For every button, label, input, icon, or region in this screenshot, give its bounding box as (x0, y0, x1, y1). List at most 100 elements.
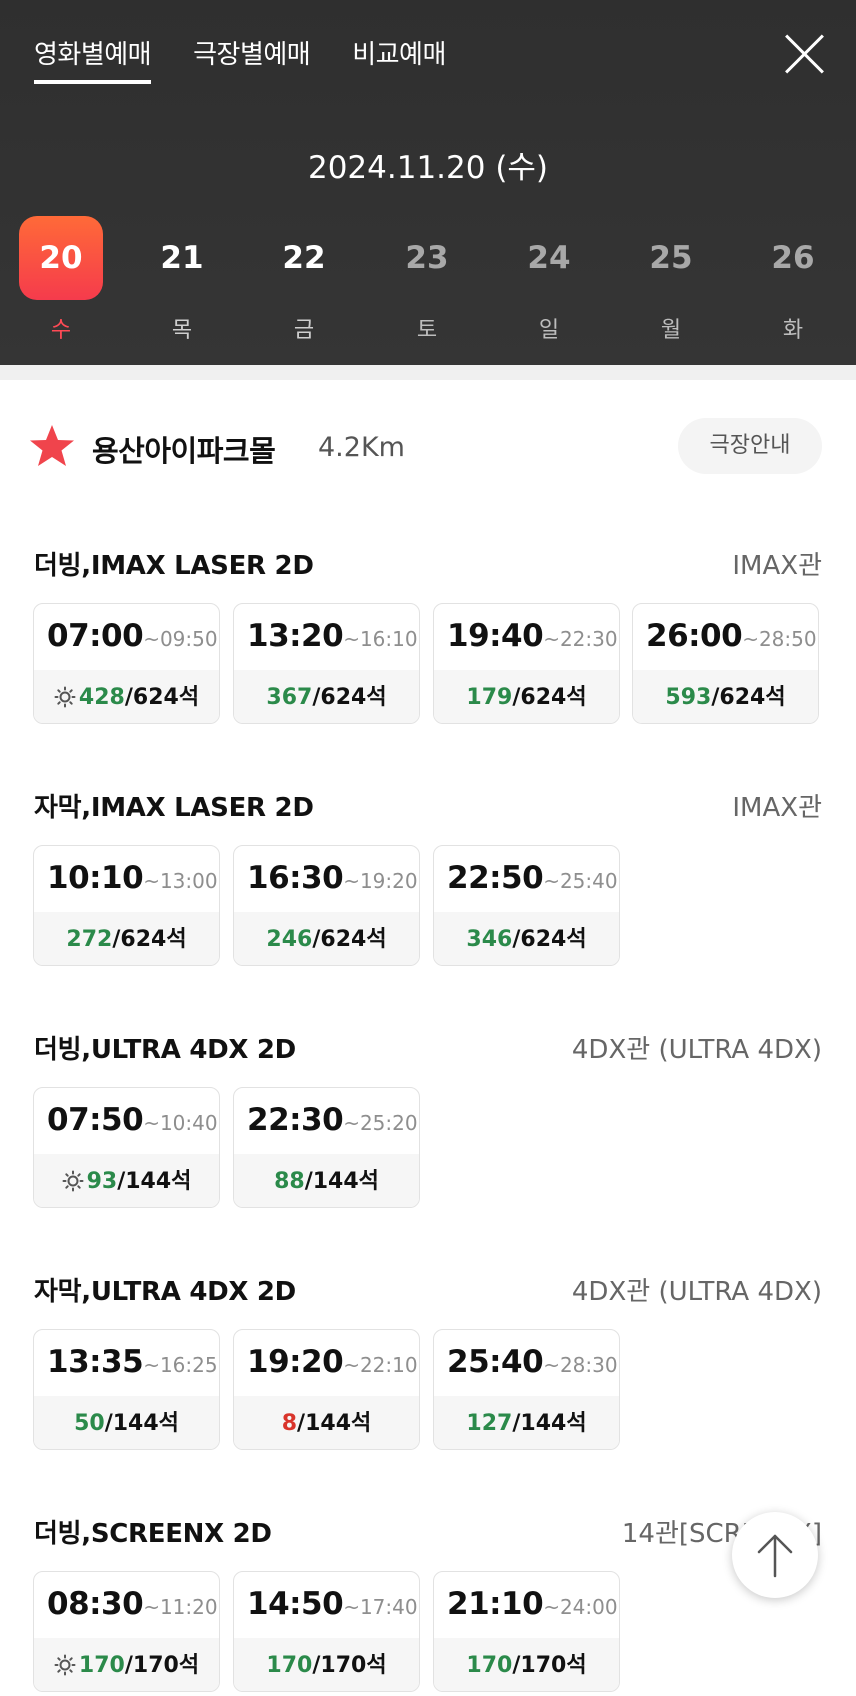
day-23[interactable]: 23 토 (385, 216, 469, 344)
start-time: 26:00 (646, 618, 743, 654)
total-seats: /144석 (104, 1411, 179, 1436)
total-seats: /144석 (117, 1169, 192, 1194)
section-hall: 4DX관 (ULTRA 4DX) (571, 1035, 822, 1065)
date-selector: 20 수 21 목 22 금 23 토 24 일 25 월 26 화 (0, 216, 856, 346)
tab-by-theater[interactable]: 극장별예매 (193, 34, 311, 84)
day-22[interactable]: 22 금 (262, 216, 346, 344)
start-time: 07:00 (47, 618, 144, 654)
total-seats: /144석 (297, 1411, 372, 1436)
showtime-card[interactable]: 13:35~16:25 50/144석 (33, 1329, 220, 1450)
end-time: ~16:25 (143, 1353, 218, 1377)
day-number: 23 (405, 240, 449, 276)
day-21[interactable]: 21 목 (140, 216, 224, 344)
theater-name: 용산아이파크몰 (92, 434, 276, 468)
available-seats: 170 (466, 1653, 513, 1678)
day-weekday: 수 (50, 318, 72, 343)
day-26[interactable]: 26 화 (751, 216, 835, 344)
showtime-card[interactable]: 13:20~16:10 367/624석 (233, 603, 420, 724)
end-time: ~09:50 (143, 627, 218, 651)
section-title: 더빙,SCREENX 2D (34, 1519, 272, 1549)
section-hall: 4DX관 (ULTRA 4DX) (571, 1277, 822, 1307)
section-divider (0, 365, 856, 380)
showtime-card[interactable]: 22:50~25:40 346/624석 (433, 845, 620, 966)
total-seats: /144석 (512, 1411, 587, 1436)
showtime-card[interactable]: 08:30~11:20 170/170석 (33, 1571, 220, 1692)
star-icon[interactable] (29, 424, 75, 468)
end-time: ~24:00 (543, 1595, 618, 1619)
available-seats: 593 (665, 685, 712, 710)
showtime-card[interactable]: 16:30~19:20 246/624석 (233, 845, 420, 966)
total-seats: /624석 (112, 927, 187, 952)
available-seats: 346 (466, 927, 513, 952)
start-time: 22:30 (247, 1102, 344, 1138)
end-time: ~25:40 (543, 869, 618, 893)
total-seats: /624석 (312, 685, 387, 710)
total-seats: /170석 (512, 1653, 587, 1678)
close-icon[interactable] (782, 32, 826, 76)
showtime-card[interactable]: 14:50~17:40 170/170석 (233, 1571, 420, 1692)
day-number: 22 (282, 240, 326, 276)
showtime-card[interactable]: 19:20~22:10 8/144석 (233, 1329, 420, 1450)
theater-info-button[interactable]: 극장안내 (678, 418, 822, 474)
available-seats: 8 (281, 1411, 298, 1436)
section-title: 자막,ULTRA 4DX 2D (34, 1277, 296, 1307)
showtime-card[interactable]: 21:10~24:00 170/170석 (433, 1571, 620, 1692)
day-24[interactable]: 24 일 (507, 216, 591, 344)
total-seats: /624석 (124, 685, 200, 710)
start-time: 08:30 (47, 1586, 144, 1622)
start-time: 25:40 (447, 1344, 544, 1380)
available-seats: 127 (466, 1411, 513, 1436)
available-seats: 272 (66, 927, 113, 952)
day-number: 25 (649, 240, 693, 276)
day-weekday: 일 (538, 318, 560, 343)
showtime-card[interactable]: 10:10~13:00 272/624석 (33, 845, 220, 966)
total-seats: /170석 (312, 1653, 387, 1678)
day-number: 21 (160, 240, 204, 276)
available-seats: 179 (466, 685, 513, 710)
day-25[interactable]: 25 월 (629, 216, 713, 344)
showtime-card[interactable]: 26:00~28:50 593/624석 (632, 603, 819, 724)
booking-tabs: 영화별예매 극장별예매 비교예매 (34, 34, 488, 84)
total-seats: /624석 (512, 927, 587, 952)
end-time: ~19:20 (343, 869, 418, 893)
available-seats: 50 (74, 1411, 105, 1436)
section-title: 자막,IMAX LASER 2D (34, 793, 314, 823)
arrow-up-icon (757, 1534, 793, 1578)
day-number: 24 (527, 240, 571, 276)
day-number: 26 (771, 240, 815, 276)
end-time: ~11:20 (143, 1595, 218, 1619)
total-seats: /170석 (124, 1653, 200, 1678)
day-weekday: 목 (171, 318, 193, 343)
start-time: 14:50 (247, 1586, 344, 1622)
section-title: 더빙,ULTRA 4DX 2D (34, 1035, 296, 1065)
start-time: 07:50 (47, 1102, 144, 1138)
start-time: 16:30 (247, 860, 344, 896)
tab-compare[interactable]: 비교예매 (352, 34, 446, 84)
sun-icon (54, 686, 76, 708)
tab-by-movie[interactable]: 영화별예매 (34, 34, 152, 84)
end-time: ~28:50 (742, 627, 817, 651)
total-seats: /144석 (304, 1169, 379, 1194)
end-time: ~22:30 (543, 627, 618, 651)
end-time: ~25:20 (343, 1111, 418, 1135)
showtime-card[interactable]: 07:00~09:50 428/624석 (33, 603, 220, 724)
showtime-card[interactable]: 25:40~28:30 127/144석 (433, 1329, 620, 1450)
theater-header: 용산아이파크몰 4.2Km 극장안내 (0, 410, 856, 480)
available-seats: 170 (78, 1653, 125, 1678)
total-seats: /624석 (711, 685, 786, 710)
showtime-card[interactable]: 19:40~22:30 179/624석 (433, 603, 620, 724)
start-time: 19:20 (247, 1344, 344, 1380)
section-hall: IMAX관 (732, 551, 822, 581)
header: 영화별예매 극장별예매 비교예매 2024.11.20 (수) 20 수 21 … (0, 0, 856, 365)
end-time: ~17:40 (343, 1595, 418, 1619)
showtime-card[interactable]: 22:30~25:20 88/144석 (233, 1087, 420, 1208)
end-time: ~10:40 (143, 1111, 218, 1135)
scroll-to-top-button[interactable] (732, 1512, 818, 1598)
theater-distance: 4.2Km (318, 432, 405, 463)
showtime-card[interactable]: 07:50~10:40 93/144석 (33, 1087, 220, 1208)
total-seats: /624석 (512, 685, 587, 710)
available-seats: 246 (266, 927, 313, 952)
day-20[interactable]: 20 수 (19, 216, 103, 344)
start-time: 19:40 (447, 618, 544, 654)
start-time: 21:10 (447, 1586, 544, 1622)
